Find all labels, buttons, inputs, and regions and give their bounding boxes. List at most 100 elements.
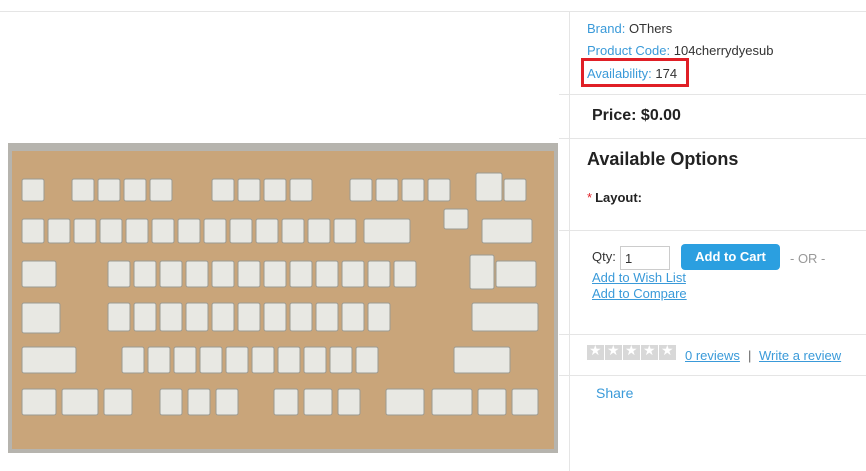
keycap [147, 346, 171, 374]
qty-input[interactable] [620, 246, 670, 270]
or-separator: - OR - [790, 251, 826, 266]
reviews-divider [559, 334, 866, 335]
keycap [471, 302, 539, 332]
keycap [251, 346, 275, 374]
keycap [263, 302, 287, 332]
keycap [203, 218, 227, 244]
keycap [289, 260, 313, 288]
keycap [21, 260, 57, 288]
keycap [303, 388, 333, 416]
keycap [237, 260, 261, 288]
add-to-compare-link[interactable]: Add to Compare [592, 286, 687, 301]
star-icon [605, 343, 622, 360]
add-to-cart-button[interactable]: Add to Cart [681, 244, 780, 270]
options-title: Available Options [587, 149, 739, 169]
rating-stars [587, 343, 676, 360]
column-divider [569, 12, 570, 471]
keycap [315, 302, 339, 332]
keycap [73, 218, 97, 244]
share-link[interactable]: Share [596, 385, 633, 401]
keycap [453, 346, 511, 374]
brand-label: Brand: [587, 21, 626, 36]
keycap [99, 218, 123, 244]
keycap [185, 260, 209, 288]
keycap [385, 388, 425, 416]
keycap [289, 302, 313, 332]
options-divider [559, 138, 866, 139]
keycap [341, 302, 365, 332]
add-to-wish-list-link[interactable]: Add to Wish List [592, 270, 686, 285]
keycap [289, 178, 313, 202]
keycap [255, 218, 279, 244]
star-icon [641, 343, 658, 360]
keycap [47, 218, 71, 244]
keycap [97, 178, 121, 202]
keycap [475, 172, 503, 202]
cart-divider [559, 230, 866, 231]
product-code-label: Product Code: [587, 43, 671, 58]
keycap [159, 302, 183, 332]
keycap [151, 218, 175, 244]
layout-label-text: Layout: [595, 190, 643, 205]
layout-option-label: * Layout: [587, 190, 642, 205]
keycap [263, 260, 287, 288]
keycap [495, 260, 537, 288]
keycap [341, 260, 365, 288]
keycap [303, 346, 327, 374]
keycap [477, 388, 507, 416]
keycap [363, 218, 411, 244]
keycap [173, 346, 197, 374]
product-image[interactable] [8, 143, 558, 453]
keycap [211, 178, 235, 202]
qty-label: Qty: [592, 249, 616, 264]
keycap [443, 208, 469, 230]
price-divider [559, 94, 866, 95]
keycap [229, 218, 253, 244]
keycap [511, 388, 539, 416]
keycap [427, 178, 451, 202]
keycap [273, 388, 299, 416]
keycap [375, 178, 399, 202]
keycap [367, 302, 391, 332]
keycap [21, 346, 77, 374]
keycap [401, 178, 425, 202]
keycap [307, 218, 331, 244]
keycap [315, 260, 339, 288]
keycap [333, 218, 357, 244]
keycap [21, 178, 45, 202]
keycap [187, 388, 211, 416]
keycap [21, 218, 45, 244]
brand-row: Brand: OThers [587, 21, 672, 36]
keycap [277, 346, 301, 374]
keycap [211, 302, 235, 332]
keycap [237, 178, 261, 202]
keycap [159, 260, 183, 288]
keycap [159, 388, 183, 416]
write-review-link[interactable]: Write a review [759, 348, 841, 363]
keycap [107, 260, 131, 288]
keycap [263, 178, 287, 202]
required-mark: * [587, 190, 593, 205]
keycap [237, 302, 261, 332]
keycap [177, 218, 201, 244]
keycap [329, 346, 353, 374]
keycap [199, 346, 223, 374]
keycap [21, 302, 61, 334]
top-divider [0, 11, 866, 12]
keycap [121, 346, 145, 374]
keycap [71, 178, 95, 202]
keycap [123, 178, 147, 202]
share-divider [559, 375, 866, 376]
keyboard-photo [8, 143, 558, 453]
price: Price: $0.00 [592, 107, 681, 124]
keycap [349, 178, 373, 202]
keycap [107, 302, 131, 332]
keycap [215, 388, 239, 416]
keycap [103, 388, 133, 416]
keycap [21, 388, 57, 416]
keycap [185, 302, 209, 332]
keycap [469, 254, 495, 290]
keycap [355, 346, 379, 374]
reviews-link[interactable]: 0 reviews [685, 348, 740, 363]
star-icon [659, 343, 676, 360]
